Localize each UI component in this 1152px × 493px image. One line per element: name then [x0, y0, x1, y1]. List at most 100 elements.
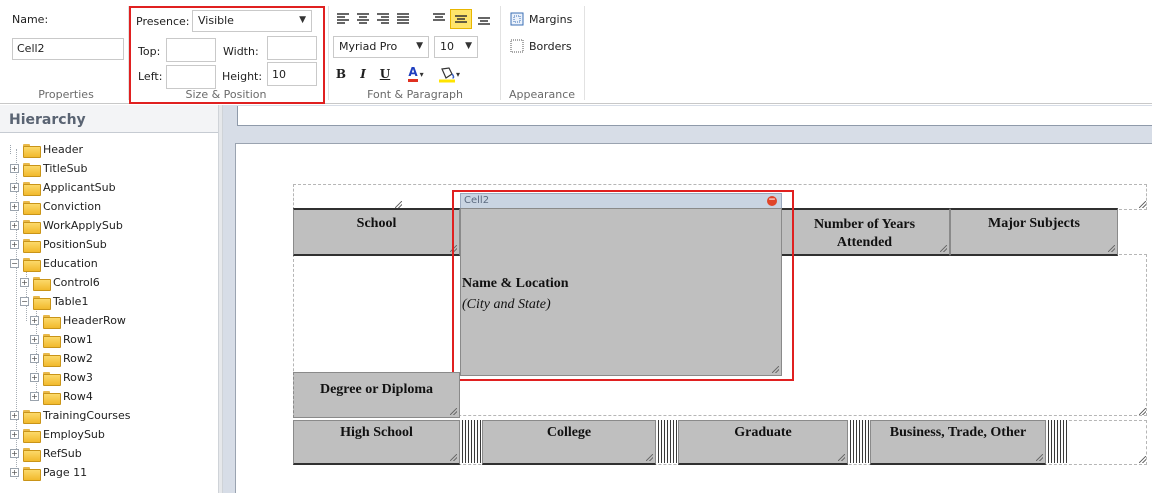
expand-icon[interactable]: +	[30, 373, 39, 382]
tree-item[interactable]: + EmploySub	[10, 425, 105, 444]
resize-grip-icon[interactable]	[1108, 245, 1115, 252]
expand-icon[interactable]: +	[10, 430, 19, 439]
font-size-value: 10	[440, 40, 454, 53]
expand-icon[interactable]: +	[10, 202, 19, 211]
resize-grip-icon[interactable]	[1036, 454, 1043, 461]
remove-icon[interactable]: −	[767, 196, 777, 206]
font-size-select[interactable]: 10 ▼	[434, 36, 478, 58]
resize-grip-icon[interactable]	[838, 454, 845, 461]
tree-item[interactable]: + Control6	[20, 273, 100, 292]
resize-grip-icon[interactable]	[450, 245, 457, 252]
resize-grip-icon[interactable]	[772, 366, 779, 373]
expand-icon[interactable]: +	[10, 183, 19, 192]
highlight-color-button[interactable]: ▾	[434, 64, 464, 84]
underline-button[interactable]: U	[376, 64, 394, 84]
expand-icon[interactable]: +	[30, 335, 39, 344]
tree-item[interactable]: + TitleSub	[10, 159, 88, 178]
expand-icon[interactable]: +	[10, 240, 19, 249]
font-color-button[interactable]: A ▾	[402, 64, 430, 84]
folder-icon	[23, 143, 41, 158]
tree-item[interactable]: + Row3	[30, 368, 93, 387]
school-cell[interactable]: School	[293, 208, 460, 256]
name-field[interactable]: Cell2	[12, 38, 124, 60]
tree-item[interactable]: + Row4	[30, 387, 93, 406]
tree-item-label: TrainingCourses	[43, 409, 131, 422]
graduate-cell[interactable]: Graduate	[678, 420, 848, 465]
ribbon-toolbar: Name: Cell2 Properties Presence: Visible…	[0, 0, 1152, 104]
tree-item[interactable]: Header	[10, 140, 83, 159]
selected-cell-tab[interactable]: Cell2 −	[460, 193, 782, 209]
tree-item-label: Table1	[53, 295, 89, 308]
resize-grip-icon[interactable]	[646, 454, 653, 461]
tree-item[interactable]: + Row2	[30, 349, 93, 368]
valign-middle-button[interactable]	[450, 9, 472, 29]
collapse-icon[interactable]: −	[10, 259, 19, 268]
checkbox-column-cell[interactable]	[460, 420, 482, 463]
expand-icon[interactable]: +	[30, 354, 39, 363]
expand-icon[interactable]: +	[30, 316, 39, 325]
borders-button[interactable]: Borders	[510, 37, 572, 55]
tree-item-label: WorkApplySub	[43, 219, 123, 232]
tree-item[interactable]: + Row1	[30, 330, 93, 349]
valign-top-icon	[433, 13, 445, 21]
degree-cell[interactable]: Degree or Diploma	[293, 372, 460, 418]
college-cell[interactable]: College	[482, 420, 656, 465]
tree-item[interactable]: + HeaderRow	[30, 311, 126, 330]
expand-icon[interactable]: +	[10, 411, 19, 420]
top-field[interactable]	[166, 38, 216, 62]
tree-item[interactable]: + PositionSub	[10, 235, 107, 254]
expand-icon[interactable]: +	[20, 278, 29, 287]
align-left-icon	[337, 13, 349, 24]
resize-grip-icon[interactable]	[395, 201, 402, 208]
folder-icon	[23, 466, 41, 481]
checkbox-column-cell[interactable]	[656, 420, 678, 463]
tree-item[interactable]: + RefSub	[10, 444, 82, 463]
name-location-cell[interactable]: Name & Location (City and State)	[460, 208, 782, 376]
expand-icon[interactable]: +	[10, 164, 19, 173]
valign-top-button[interactable]	[428, 9, 450, 29]
tree-item[interactable]: + ApplicantSub	[10, 178, 116, 197]
major-subjects-cell[interactable]: Major Subjects	[950, 208, 1118, 256]
resize-grip-icon[interactable]	[1139, 408, 1146, 415]
checkbox-column-cell[interactable]	[848, 420, 870, 463]
high-school-label: High School	[340, 425, 413, 440]
checkbox-column-cell[interactable]	[1046, 420, 1068, 463]
expand-icon[interactable]: +	[10, 449, 19, 458]
margins-button[interactable]: Margins	[510, 10, 572, 28]
font-paragraph-group-label: Font & Paragraph	[367, 88, 463, 101]
business-trade-cell[interactable]: Business, Trade, Other	[870, 420, 1046, 465]
resize-grip-icon[interactable]	[940, 245, 947, 252]
valign-bottom-button[interactable]	[473, 9, 495, 29]
align-center-button[interactable]	[352, 9, 374, 29]
left-field[interactable]	[166, 65, 216, 89]
expand-icon[interactable]: +	[10, 221, 19, 230]
tree-item[interactable]: + TrainingCourses	[10, 406, 131, 425]
tree-item[interactable]: + Conviction	[10, 197, 101, 216]
bold-button[interactable]: B	[332, 64, 350, 84]
font-name-select[interactable]: Myriad Pro ▼	[333, 36, 429, 58]
collapse-icon[interactable]: −	[20, 297, 29, 306]
tree-item-label: Row1	[63, 333, 93, 346]
tree-item[interactable]: + WorkApplySub	[10, 216, 123, 235]
expand-icon[interactable]: +	[30, 392, 39, 401]
width-field[interactable]	[267, 36, 317, 60]
tree-item[interactable]: + Page 11	[10, 463, 87, 482]
justify-button[interactable]	[392, 9, 414, 29]
high-school-cell[interactable]: High School	[293, 420, 460, 465]
height-field[interactable]: 10	[267, 62, 317, 86]
script-editor-bar[interactable]	[237, 106, 1152, 126]
italic-button[interactable]: I	[354, 64, 372, 84]
years-attended-cell[interactable]: Number of Years Attended	[779, 208, 950, 256]
hierarchy-title: Hierarchy	[9, 112, 86, 128]
resize-grip-icon[interactable]	[1139, 201, 1146, 208]
resize-grip-icon[interactable]	[450, 454, 457, 461]
presence-select[interactable]: Visible ▼	[192, 10, 312, 32]
chevron-down-icon: ▼	[465, 41, 472, 51]
resize-grip-icon[interactable]	[1139, 456, 1146, 463]
align-left-button[interactable]	[332, 9, 354, 29]
tree-item[interactable]: − Table1	[20, 292, 88, 311]
align-right-button[interactable]	[372, 9, 394, 29]
tree-item[interactable]: − Education	[10, 254, 98, 273]
resize-grip-icon[interactable]	[450, 408, 457, 415]
expand-icon[interactable]: +	[10, 468, 19, 477]
